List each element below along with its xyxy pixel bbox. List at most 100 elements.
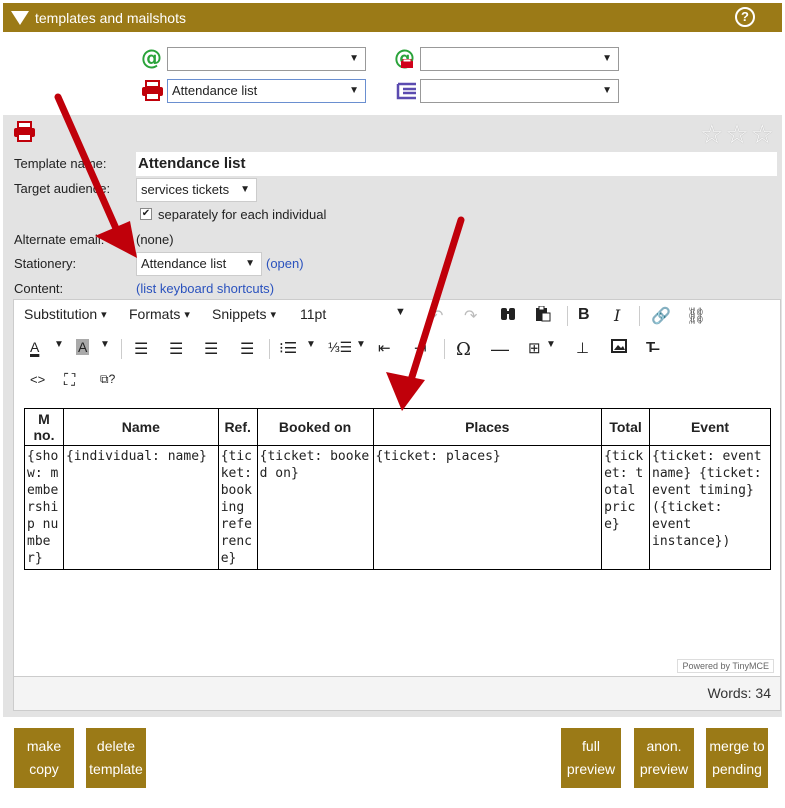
template-editor-panel: ☆☆☆ Template name: Attendance list Targe… <box>3 115 782 717</box>
numbered-list-caret-icon[interactable]: ▼ <box>356 339 366 350</box>
bullet-list-caret-icon[interactable]: ▼ <box>306 339 316 350</box>
list-template-select[interactable]: ▼ <box>420 79 619 103</box>
alternate-email-value[interactable]: (none) <box>136 232 174 247</box>
powered-by-label[interactable]: Powered by TinyMCE <box>677 659 774 673</box>
table-cell[interactable]: {ticket: places} <box>372 445 603 570</box>
undo-icon[interactable]: ↶ <box>430 306 443 326</box>
keyboard-shortcuts-link[interactable]: list keyboard shortcuts <box>140 281 269 296</box>
template-name-label: Template name: <box>14 156 107 171</box>
font-size-caret-icon[interactable]: ▼ <box>395 306 406 318</box>
align-right-icon[interactable]: ☰ <box>204 339 218 359</box>
align-left-icon[interactable]: ☰ <box>134 339 148 359</box>
bold-button[interactable]: B <box>578 306 590 324</box>
justify-icon[interactable]: ☰ <box>240 339 254 359</box>
target-audience-label: Target audience: <box>14 181 111 196</box>
insert-image-icon[interactable] <box>611 339 627 353</box>
paste-icon[interactable] <box>535 306 551 322</box>
rich-text-editor: Substitution Formats Snippets 11pt ▼ ↶ ↷… <box>13 299 781 711</box>
small-printer-icon <box>401 59 413 68</box>
attendance-table[interactable]: M no. Name Ref. Booked on Places Total E… <box>24 408 771 570</box>
table-cell[interactable]: {ticket: booking reference} <box>217 445 258 570</box>
substitution-menu[interactable]: Substitution <box>24 306 107 322</box>
toolbar-row-1: Substitution Formats Snippets 11pt ▼ ↶ ↷… <box>14 300 780 332</box>
table-icon[interactable]: ⊞ <box>528 339 541 357</box>
template-name-input[interactable]: Attendance list <box>136 152 777 176</box>
separately-label: separately for each individual <box>158 207 327 222</box>
stationery-select[interactable]: Attendance list ▼ <box>136 252 262 276</box>
outdent-icon[interactable]: ⇤ <box>378 339 391 357</box>
toolbar-row-3: <> ⛶ ⧉? <box>14 366 780 398</box>
bg-color-button[interactable]: A <box>76 339 90 355</box>
redo-icon[interactable]: ↷ <box>464 306 477 326</box>
make-copy-button[interactable]: make copy <box>14 728 74 788</box>
indent-icon[interactable]: ⇥ <box>414 339 427 357</box>
title-bar[interactable]: templates and mailshots ? <box>3 3 782 32</box>
help-icon[interactable]: ? <box>735 7 755 27</box>
separator <box>444 339 445 359</box>
merge-to-pending-button[interactable]: merge to pending <box>706 728 768 788</box>
window-title: templates and mailshots <box>35 9 186 26</box>
preview-popout-icon[interactable]: ⧉? <box>100 372 115 387</box>
unlink-icon[interactable]: ⛓ <box>686 306 706 326</box>
table-header-cell[interactable]: Places <box>372 408 603 446</box>
paren-close: ) <box>269 281 275 296</box>
email-at-icon: @ <box>141 46 162 70</box>
stationery-label: Stationery: <box>14 256 77 271</box>
special-char-button[interactable]: Ω <box>456 339 471 360</box>
numbered-list-icon[interactable]: ⅓☰ <box>328 339 352 356</box>
alternate-email-label: Alternate email: <box>14 232 105 247</box>
separator <box>639 306 640 326</box>
table-header-row: M no. Name Ref. Booked on Places Total E… <box>24 408 771 446</box>
target-audience-select[interactable]: services tickets ▼ <box>136 178 257 202</box>
table-header-cell[interactable]: Name <box>62 408 219 446</box>
insert-anchor-icon[interactable]: ⊥ <box>576 339 589 357</box>
stationery-open-link[interactable]: (open) <box>266 256 304 271</box>
keyboard-shortcuts-wrapper: (list keyboard shortcuts) <box>136 281 274 296</box>
align-center-icon[interactable]: ☰ <box>169 339 183 359</box>
delete-template-button[interactable]: delete template <box>86 728 146 788</box>
snippets-menu[interactable]: Snippets <box>212 306 276 322</box>
email-print-template-select[interactable]: ▼ <box>420 47 619 71</box>
table-cell[interactable]: {ticket: booked on} <box>256 445 374 570</box>
table-row: {show: membership number} {individual: n… <box>24 445 771 570</box>
toolbar-row-2: A ▼ A ▼ ☰ ☰ ☰ ☰ ⁝☰ ▼ ⅓☰ ▼ ⇤ ⇥ Ω — ⊞ ▼ ⊥ … <box>14 333 780 365</box>
text-color-button[interactable]: A <box>30 339 39 355</box>
table-header-cell[interactable]: Event <box>649 408 771 446</box>
collapse-triangle-icon[interactable] <box>11 10 29 25</box>
table-header-cell[interactable]: Total <box>601 408 651 446</box>
table-cell[interactable]: {ticket: event name} {ticket: event timi… <box>649 445 771 570</box>
find-binoculars-icon[interactable] <box>500 306 516 321</box>
bg-color-caret-icon[interactable]: ▼ <box>100 339 110 350</box>
anon-preview-button[interactable]: anon. preview <box>634 728 694 788</box>
editor-content[interactable]: M no. Name Ref. Booked on Places Total E… <box>24 408 771 673</box>
table-header-cell[interactable]: Ref. <box>217 408 258 446</box>
rating-stars-icon[interactable]: ☆☆☆ <box>700 120 776 150</box>
table-cell[interactable]: {ticket: total price} <box>601 445 651 570</box>
clear-formatting-icon[interactable]: T̶ <box>646 339 655 356</box>
word-count: Words: 34 <box>707 685 771 701</box>
table-cell[interactable]: {show: membership number} <box>24 445 64 570</box>
printer-icon <box>142 80 163 101</box>
separator <box>567 306 568 326</box>
print-template-select[interactable]: Attendance list ▼ <box>167 79 366 103</box>
email-template-select[interactable]: ▼ <box>167 47 366 71</box>
separately-checkbox[interactable]: ✔ <box>140 208 152 220</box>
font-size-select[interactable]: 11pt <box>300 306 326 322</box>
italic-button[interactable]: I <box>614 306 620 325</box>
insert-link-icon[interactable]: 🔗 <box>651 306 671 326</box>
separator <box>269 339 270 359</box>
formats-menu[interactable]: Formats <box>129 306 190 322</box>
list-icon <box>396 82 416 100</box>
full-preview-button[interactable]: full preview <box>561 728 621 788</box>
bullet-list-icon[interactable]: ⁝☰ <box>279 339 297 357</box>
fullscreen-icon[interactable]: ⛶ <box>64 372 75 390</box>
table-caret-icon[interactable]: ▼ <box>546 339 556 350</box>
horizontal-rule-icon[interactable]: — <box>491 339 509 360</box>
editor-status-bar: Words: 34 <box>14 676 780 710</box>
table-header-cell[interactable]: Booked on <box>256 408 374 446</box>
source-code-button[interactable]: <> <box>30 372 45 387</box>
table-cell[interactable]: {individual: name} <box>62 445 219 570</box>
text-color-caret-icon[interactable]: ▼ <box>54 339 64 350</box>
table-header-cell[interactable]: M no. <box>24 408 64 446</box>
separator <box>121 339 122 359</box>
